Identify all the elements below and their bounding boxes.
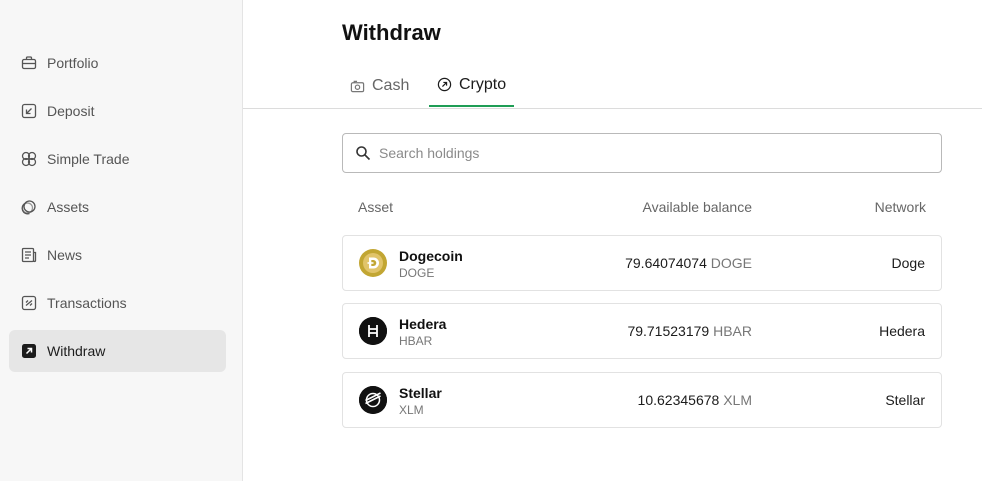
sidebar-item-label: Assets — [47, 199, 90, 215]
assets-icon — [21, 199, 37, 215]
main-content: Withdraw Cash Crypto Asset Available bal… — [243, 0, 982, 481]
balance-amount: 79.71523179 — [627, 323, 710, 339]
table-row[interactable]: Hedera HBAR 79.71523179 HBAR Hedera — [342, 303, 942, 359]
tab-label: Crypto — [459, 75, 507, 93]
table-row[interactable]: Stellar XLM 10.62345678 XLM Stellar — [342, 372, 942, 428]
search-input[interactable] — [379, 145, 941, 161]
available-balance: 10.62345678 XLM — [638, 392, 752, 408]
asset-symbol: XLM — [399, 403, 424, 417]
balance-unit: DOGE — [710, 255, 752, 271]
sidebar-item-portfolio[interactable]: Portfolio — [9, 42, 226, 84]
balance-unit: XLM — [723, 392, 752, 408]
cash-icon — [350, 80, 365, 92]
tab-bar: Cash Crypto — [243, 64, 982, 109]
balance-amount: 10.62345678 — [637, 392, 720, 408]
sidebar-item-label: Transactions — [47, 295, 127, 311]
simple-trade-icon — [21, 151, 37, 167]
dogecoin-icon — [359, 249, 387, 277]
sidebar-item-simple-trade[interactable]: Simple Trade — [9, 138, 226, 180]
news-icon — [21, 247, 37, 263]
sidebar: Portfolio Deposit Simple Trade Assets Ne… — [0, 0, 243, 481]
sidebar-item-transactions[interactable]: Transactions — [9, 282, 226, 324]
column-header-balance: Available balance — [642, 199, 753, 215]
network-name: Hedera — [879, 323, 925, 339]
asset-name: Stellar — [399, 385, 442, 401]
search-icon — [356, 146, 371, 161]
available-balance: 79.64074074 DOGE — [625, 255, 752, 271]
transactions-icon — [21, 295, 37, 311]
sidebar-item-withdraw[interactable]: Withdraw — [9, 330, 226, 372]
sidebar-item-label: Withdraw — [47, 343, 106, 359]
sidebar-item-deposit[interactable]: Deposit — [9, 90, 226, 132]
tab-cash[interactable]: Cash — [342, 64, 417, 108]
deposit-arrow-icon — [21, 103, 37, 119]
page-title: Withdraw — [342, 20, 441, 45]
sidebar-item-label: Simple Trade — [47, 151, 130, 167]
balance-amount: 79.64074074 — [625, 255, 707, 271]
asset-symbol: HBAR — [399, 334, 433, 348]
hedera-icon — [359, 317, 387, 345]
asset-symbol: DOGE — [399, 266, 435, 280]
asset-name: Hedera — [399, 316, 447, 332]
tab-crypto[interactable]: Crypto — [429, 64, 515, 107]
tab-label: Cash — [372, 77, 410, 94]
sidebar-item-label: News — [47, 247, 83, 263]
briefcase-icon — [21, 55, 37, 71]
asset-name: Dogecoin — [399, 248, 463, 264]
withdraw-arrow-icon — [21, 343, 37, 359]
sidebar-item-assets[interactable]: Assets — [9, 186, 226, 228]
stellar-icon — [359, 386, 387, 414]
column-header-asset: Asset — [358, 199, 394, 215]
column-header-network: Network — [874, 199, 926, 215]
crypto-arrow-icon — [437, 77, 452, 92]
sidebar-item-label: Portfolio — [47, 55, 99, 71]
balance-unit: HBAR — [713, 323, 752, 339]
sidebar-item-label: Deposit — [47, 103, 95, 119]
network-name: Stellar — [885, 392, 925, 408]
available-balance: 79.71523179 HBAR — [627, 323, 752, 339]
sidebar-item-news[interactable]: News — [9, 234, 226, 276]
table-row[interactable]: Dogecoin DOGE 79.64074074 DOGE Doge — [342, 235, 942, 291]
network-name: Doge — [891, 255, 925, 271]
search-box[interactable] — [342, 133, 942, 173]
